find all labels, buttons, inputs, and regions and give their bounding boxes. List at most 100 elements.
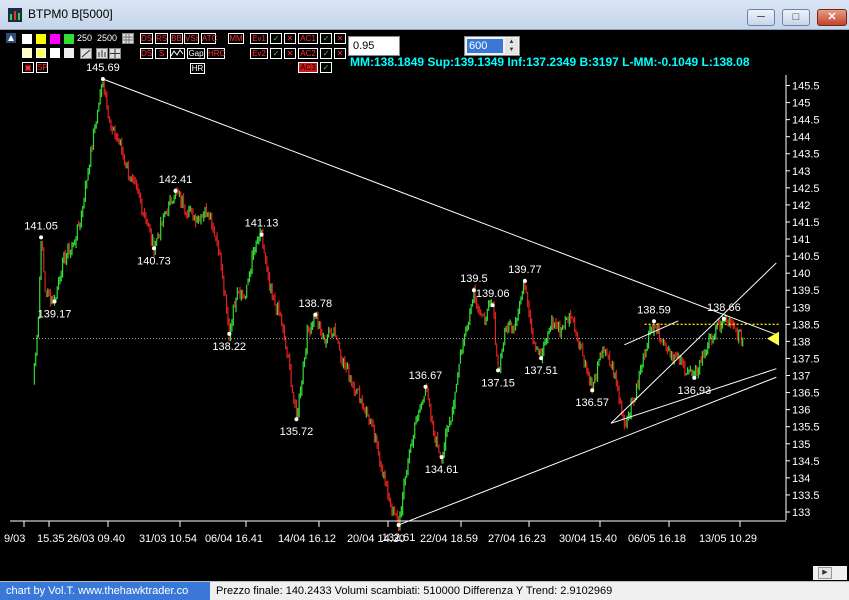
x-tick-label: 13/05 10.29 [699,533,757,545]
ac1-remove-icon[interactable]: ✕ [334,33,346,44]
x-tick-label: 06/04 16.41 [205,533,263,545]
maximize-button[interactable]: □ [782,9,810,26]
pivot-dot [496,368,501,373]
pivot-label: 140.73 [137,255,171,267]
y-tick-label: 141.5 [792,217,820,229]
y-tick-label: 144 [792,132,810,144]
color-swatch-magenta[interactable] [50,34,60,44]
wave-tool-icon[interactable] [170,48,185,59]
pivot-dot [313,312,318,317]
factor-input[interactable]: 0.95 [348,36,400,56]
indicator-button-1[interactable]: DS [140,48,153,59]
x-tick-label: 9/03 [4,533,25,545]
pivot-dot [52,299,57,304]
close-button[interactable]: ✕ [817,9,847,26]
ev1-check-icon[interactable]: ✓ [270,33,282,44]
ac3-button[interactable]: AC3 [298,62,318,73]
y-tick-label: 139 [792,302,810,314]
y-tick-label: 134 [792,473,810,485]
ac1-button[interactable]: AC1 [298,33,318,44]
ac2-check-icon[interactable]: ✓ [320,48,332,59]
scroll-right-icon[interactable]: ▶ [818,567,832,579]
pivot-dot [396,522,401,527]
ev2-check-icon[interactable]: ✓ [270,48,282,59]
color-swatch-white-2[interactable] [50,48,60,58]
ac2-remove-icon[interactable]: ✕ [334,48,346,59]
pivot-label: 136.57 [575,397,609,409]
indicator-button-2[interactable]: S [155,48,168,59]
credit-text: chart by Vol.T. www.thehawktrader.co [0,582,210,600]
pivot-dot [439,455,444,460]
trendline-0 [102,78,777,336]
sp-button[interactable]: SP [36,62,48,73]
settings-icon[interactable] [6,33,16,43]
color-swatch-yellow-2[interactable] [36,48,46,58]
vsi-button[interactable]: VSI [184,33,199,44]
ac3-check-icon[interactable]: ✓ [320,62,332,73]
bars-spinner[interactable]: 600 ▲ ▼ [464,36,520,56]
hr-button[interactable]: HR [190,63,205,74]
ac1-check-icon[interactable]: ✓ [320,33,332,44]
trendline-2 [610,262,777,424]
window-title: BTPM0 B[5000] [28,7,113,21]
color-swatch-yellow[interactable] [36,34,46,44]
spin-up-icon[interactable]: ▲ [505,38,518,46]
mm-button[interactable]: MM [228,33,244,44]
y-tick-label: 141 [792,234,810,246]
ev2-button[interactable]: Ev2 [250,48,268,59]
bars-value[interactable]: 600 [467,39,503,53]
ev1-button[interactable]: Ev1 [250,33,268,44]
bb-button[interactable]: BB [170,33,183,44]
status-text: Prezzo finale: 140.2433 Volumi scambiati… [216,585,613,597]
hand-tool-icon[interactable] [96,48,108,59]
pivot-dot [100,77,105,82]
pivot-dot [259,232,264,237]
pivot-label: 136.67 [409,370,443,382]
color-swatch-pale[interactable] [22,48,32,58]
app-window: BTPM0 B[5000] ─ □ ✕ 145.69 141.05 139.17 14… [0,0,849,600]
y-tick-label: 135.5 [792,422,820,434]
ac2-button[interactable]: AC2 [298,48,318,59]
pivot-dot [651,319,656,324]
y-tick-label: 137 [792,371,810,383]
y-tick-label: 145 [792,98,810,110]
gap-button[interactable]: Gap [187,48,205,59]
cross-tool-icon[interactable] [109,48,121,59]
y-tick-label: 139.5 [792,285,820,297]
x-tick-label: 20/04 14.30 [347,533,405,545]
color-swatch-green[interactable] [64,34,74,44]
price-chart[interactable]: 145.69 141.05 139.17 142.41 140.73 141.13 138.… [0,30,849,581]
x-tick-label: 14/04 16.12 [278,533,336,545]
pivot-dot [590,388,595,393]
pivot-dot [423,384,428,389]
hrc-button[interactable]: HRC [207,48,225,59]
y-tick-label: 135 [792,439,810,451]
zoom-icon[interactable]: ▣ [22,62,34,73]
grid-icon[interactable] [122,33,134,44]
ev1-remove-icon[interactable]: ✕ [284,33,296,44]
line-tool-icon[interactable] [80,48,92,59]
color-swatch-grey[interactable] [64,48,74,58]
ev2-remove-icon[interactable]: ✕ [284,48,296,59]
pivot-label: 135.72 [280,426,314,438]
size-2500: 2500 [97,33,118,43]
spin-down-icon[interactable]: ▼ [505,46,518,54]
y-tick-label: 133 [792,507,810,519]
x-tick-label: 31/03 10.54 [139,533,197,545]
minimize-button[interactable]: ─ [747,9,775,26]
ds-button[interactable]: DS [140,33,153,44]
pivot-dot [522,279,527,284]
size-250: 250 [77,33,93,43]
color-swatch-white[interactable] [22,34,32,44]
pivot-dot [227,331,232,336]
rs-button[interactable]: RS [155,33,168,44]
pivot-label: 137.15 [481,377,515,389]
pivot-label: 142.41 [159,174,193,186]
atc-button[interactable]: ATC [201,33,217,44]
pivot-dot [692,375,697,380]
y-tick-label: 136 [792,405,810,417]
chart-app-icon [8,8,22,22]
pivot-dot [173,188,178,193]
pivot-label: 145.69 [86,62,120,74]
title-bar[interactable]: BTPM0 B[5000] ─ □ ✕ [0,0,849,30]
